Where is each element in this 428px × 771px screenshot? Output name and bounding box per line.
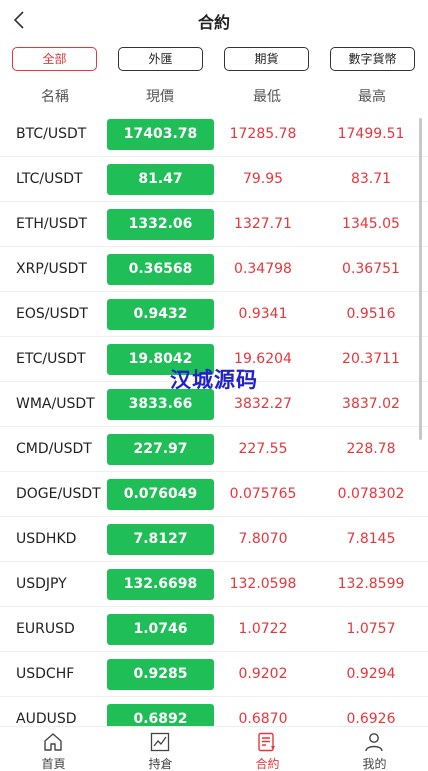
symbol-name: EOS/USDT	[16, 306, 88, 322]
tab-home[interactable]: 首頁	[0, 727, 107, 771]
tab-profile[interactable]: 我的	[321, 727, 428, 771]
high-price: 132.8599	[337, 576, 405, 592]
low-price: 132.0598	[229, 576, 297, 592]
current-price: 1.0746	[107, 614, 214, 645]
symbol-name: DOGE/USDT	[16, 486, 101, 502]
symbol-name: USDHKD	[16, 531, 77, 547]
symbol-name: USDJPY	[16, 576, 67, 592]
bottom-tab-bar: 首頁 持倉 合約 我的	[0, 726, 428, 771]
low-price: 227.55	[238, 441, 288, 457]
high-price: 0.9294	[346, 666, 396, 682]
current-price: 0.36568	[107, 254, 214, 285]
current-price: 0.9285	[107, 659, 214, 690]
symbol-name: ETH/USDT	[16, 216, 88, 232]
current-price: 0.9432	[107, 299, 214, 330]
symbol-name: XRP/USDT	[16, 261, 87, 277]
home-icon	[44, 733, 62, 751]
low-price: 1327.71	[234, 216, 292, 232]
high-price: 7.8145	[346, 531, 396, 547]
symbol-name: CMD/USDT	[16, 441, 92, 457]
column-price: 現價	[146, 89, 174, 105]
quote-row[interactable]: AUDUSD 0.6892 0.6870 0.6926	[0, 697, 428, 728]
high-price: 20.3711	[342, 351, 400, 367]
quote-list[interactable]: BTC/USDT 17403.78 17285.78 17499.51 LTC/…	[0, 112, 428, 728]
quote-row[interactable]: XRP/USDT 0.36568 0.34798 0.36751	[0, 247, 428, 292]
quote-row[interactable]: USDCHF 0.9285 0.9202 0.9294	[0, 652, 428, 697]
quote-row[interactable]: CMD/USDT 227.97 227.55 228.78	[0, 427, 428, 472]
low-price: 0.34798	[234, 261, 292, 277]
quote-row[interactable]: BTC/USDT 17403.78 17285.78 17499.51	[0, 112, 428, 157]
high-price: 1345.05	[342, 216, 400, 232]
symbol-name: BTC/USDT	[16, 126, 87, 142]
high-price: 1.0757	[346, 621, 396, 637]
quote-row[interactable]: ETH/USDT 1332.06 1327.71 1345.05	[0, 202, 428, 247]
quote-row[interactable]: EOS/USDT 0.9432 0.9341 0.9516	[0, 292, 428, 337]
current-price: 0.6892	[107, 704, 214, 728]
symbol-name: LTC/USDT	[16, 171, 83, 187]
low-price: 1.0722	[238, 621, 288, 637]
symbol-name: AUDUSD	[16, 711, 77, 727]
low-price: 17285.78	[229, 126, 297, 142]
low-price: 0.9341	[238, 306, 288, 322]
tab-label: 合約	[255, 757, 280, 771]
symbol-name: USDCHF	[16, 666, 75, 682]
header-bar: 合約	[0, 0, 428, 40]
high-price: 0.6926	[346, 711, 396, 727]
high-price: 0.36751	[342, 261, 400, 277]
current-price: 0.076049	[107, 479, 214, 510]
symbol-name: EURUSD	[16, 621, 75, 637]
quote-row[interactable]: USDHKD 7.8127 7.8070 7.8145	[0, 517, 428, 562]
high-price: 3837.02	[342, 396, 400, 412]
quote-row[interactable]: LTC/USDT 81.47 79.95 83.71	[0, 157, 428, 202]
low-price: 0.9202	[238, 666, 288, 682]
filter-forex[interactable]: 外匯	[118, 47, 203, 71]
tab-contract[interactable]: 合約	[214, 727, 321, 771]
low-price: 0.6870	[238, 711, 288, 727]
page-title: 合約	[197, 13, 230, 32]
watermark-text: 汉城源码	[170, 368, 258, 392]
current-price: 7.8127	[107, 524, 214, 555]
current-price: 1332.06	[107, 209, 214, 240]
high-price: 228.78	[346, 441, 396, 457]
tab-label: 持倉	[148, 757, 173, 771]
user-icon	[365, 733, 383, 752]
chart-icon	[150, 732, 170, 752]
high-price: 0.9516	[346, 306, 396, 322]
column-low: 最低	[253, 89, 281, 105]
tab-positions[interactable]: 持倉	[107, 727, 214, 771]
quote-row[interactable]: USDJPY 132.6698 132.0598 132.8599	[0, 562, 428, 607]
high-price: 0.078302	[337, 486, 405, 502]
tab-label: 我的	[362, 757, 387, 771]
low-price: 0.075765	[229, 486, 297, 502]
current-price: 227.97	[107, 434, 214, 465]
low-price: 7.8070	[238, 531, 288, 547]
current-price: 81.47	[107, 164, 214, 195]
low-price: 79.95	[242, 171, 284, 187]
current-price: 132.6698	[107, 569, 214, 600]
quote-row[interactable]: DOGE/USDT 0.076049 0.075765 0.078302	[0, 472, 428, 517]
filter-crypto[interactable]: 數字貨幣	[330, 47, 415, 71]
tab-label: 首頁	[41, 757, 66, 771]
symbol-name: ETC/USDT	[16, 351, 86, 367]
filter-bar: 全部 外匯 期貨 數字貨幣	[12, 47, 416, 71]
quote-row[interactable]: EURUSD 1.0746 1.0722 1.0757	[0, 607, 428, 652]
column-name: 名稱	[41, 89, 69, 105]
symbol-name: WMA/USDT	[16, 396, 95, 412]
contract-icon	[258, 732, 275, 752]
column-header: 名稱 現價 最低 最高	[0, 86, 428, 108]
high-price: 83.71	[350, 171, 392, 187]
current-price: 17403.78	[107, 119, 214, 150]
list-scrollbar[interactable]	[419, 118, 422, 440]
filter-all[interactable]: 全部	[12, 47, 97, 71]
high-price: 17499.51	[337, 126, 405, 142]
column-high: 最高	[358, 89, 386, 105]
filter-futures[interactable]: 期貨	[224, 47, 309, 71]
